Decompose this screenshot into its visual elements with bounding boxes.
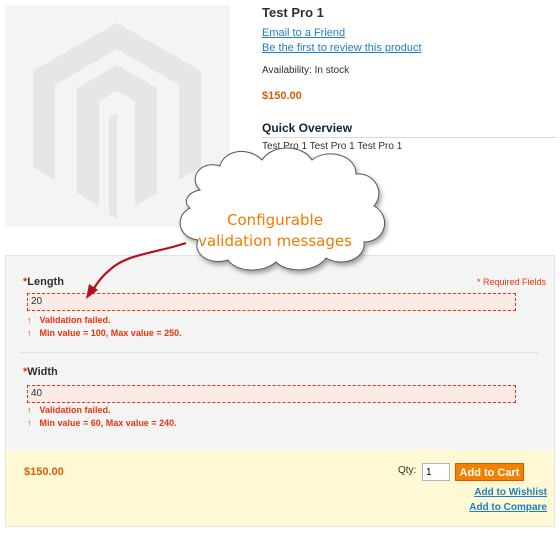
availability-value: In stock xyxy=(314,65,350,76)
add-to-compare-link[interactable]: Add to Compare xyxy=(469,502,547,513)
callout-line-1: Configurable xyxy=(227,211,323,229)
quick-overview-text: Test Pro 1 Test Pro 1 Test Pro 1 xyxy=(262,141,403,152)
quick-overview-heading: Quick Overview xyxy=(262,121,353,135)
product-options: * Required Fields *Length ↑ Validation f… xyxy=(5,255,555,451)
qty-label: Qty: xyxy=(398,465,417,476)
error-arrow-icon: ↑ xyxy=(27,405,32,415)
width-label-text: Width xyxy=(27,366,58,378)
error-arrow-icon: ↑ xyxy=(27,315,32,325)
add-to-wishlist-link[interactable]: Add to Wishlist xyxy=(474,487,547,498)
add-to-cart-box: $150.00 Qty: Add to Cart Add to Wishlist… xyxy=(5,450,555,527)
product-price: $150.00 xyxy=(262,90,302,102)
error-arrow-icon: ↑ xyxy=(27,328,32,338)
qty-input[interactable] xyxy=(422,463,450,481)
width-range-text: Min value = 60, Max value = 240. xyxy=(39,418,177,428)
callout-line-2: validation messages xyxy=(198,232,352,250)
product-name: Test Pro 1 xyxy=(262,5,324,20)
options-divider xyxy=(19,352,539,353)
length-label-text: Length xyxy=(27,276,64,288)
length-range-message: ↑ Min value = 100, Max value = 250. xyxy=(27,328,182,338)
email-to-friend-link[interactable]: Email to a Friend xyxy=(262,27,345,39)
quick-overview-divider xyxy=(262,137,557,138)
length-input[interactable] xyxy=(27,293,516,311)
width-range-message: ↑ Min value = 60, Max value = 240. xyxy=(27,418,177,428)
length-label: *Length xyxy=(23,276,64,288)
length-error-message: ↑ Validation failed. xyxy=(27,315,111,325)
length-range-text: Min value = 100, Max value = 250. xyxy=(39,328,182,338)
callout-text: Configurable validation messages xyxy=(190,210,360,252)
add-to-cart-button[interactable]: Add to Cart xyxy=(455,463,524,481)
availability: Availability: In stock xyxy=(262,65,349,76)
width-input[interactable] xyxy=(27,385,516,403)
product-image-placeholder[interactable] xyxy=(5,5,230,227)
required-fields-note: * Required Fields xyxy=(476,277,546,287)
magento-logo-icon xyxy=(33,23,201,219)
cart-price: $150.00 xyxy=(24,466,64,478)
review-product-link[interactable]: Be the first to review this product xyxy=(262,42,422,54)
width-error-text: Validation failed. xyxy=(39,405,111,415)
availability-label: Availability: xyxy=(262,65,312,76)
width-label: *Width xyxy=(23,366,58,378)
length-error-text: Validation failed. xyxy=(39,315,111,325)
width-error-message: ↑ Validation failed. xyxy=(27,405,111,415)
error-arrow-icon: ↑ xyxy=(27,418,32,428)
